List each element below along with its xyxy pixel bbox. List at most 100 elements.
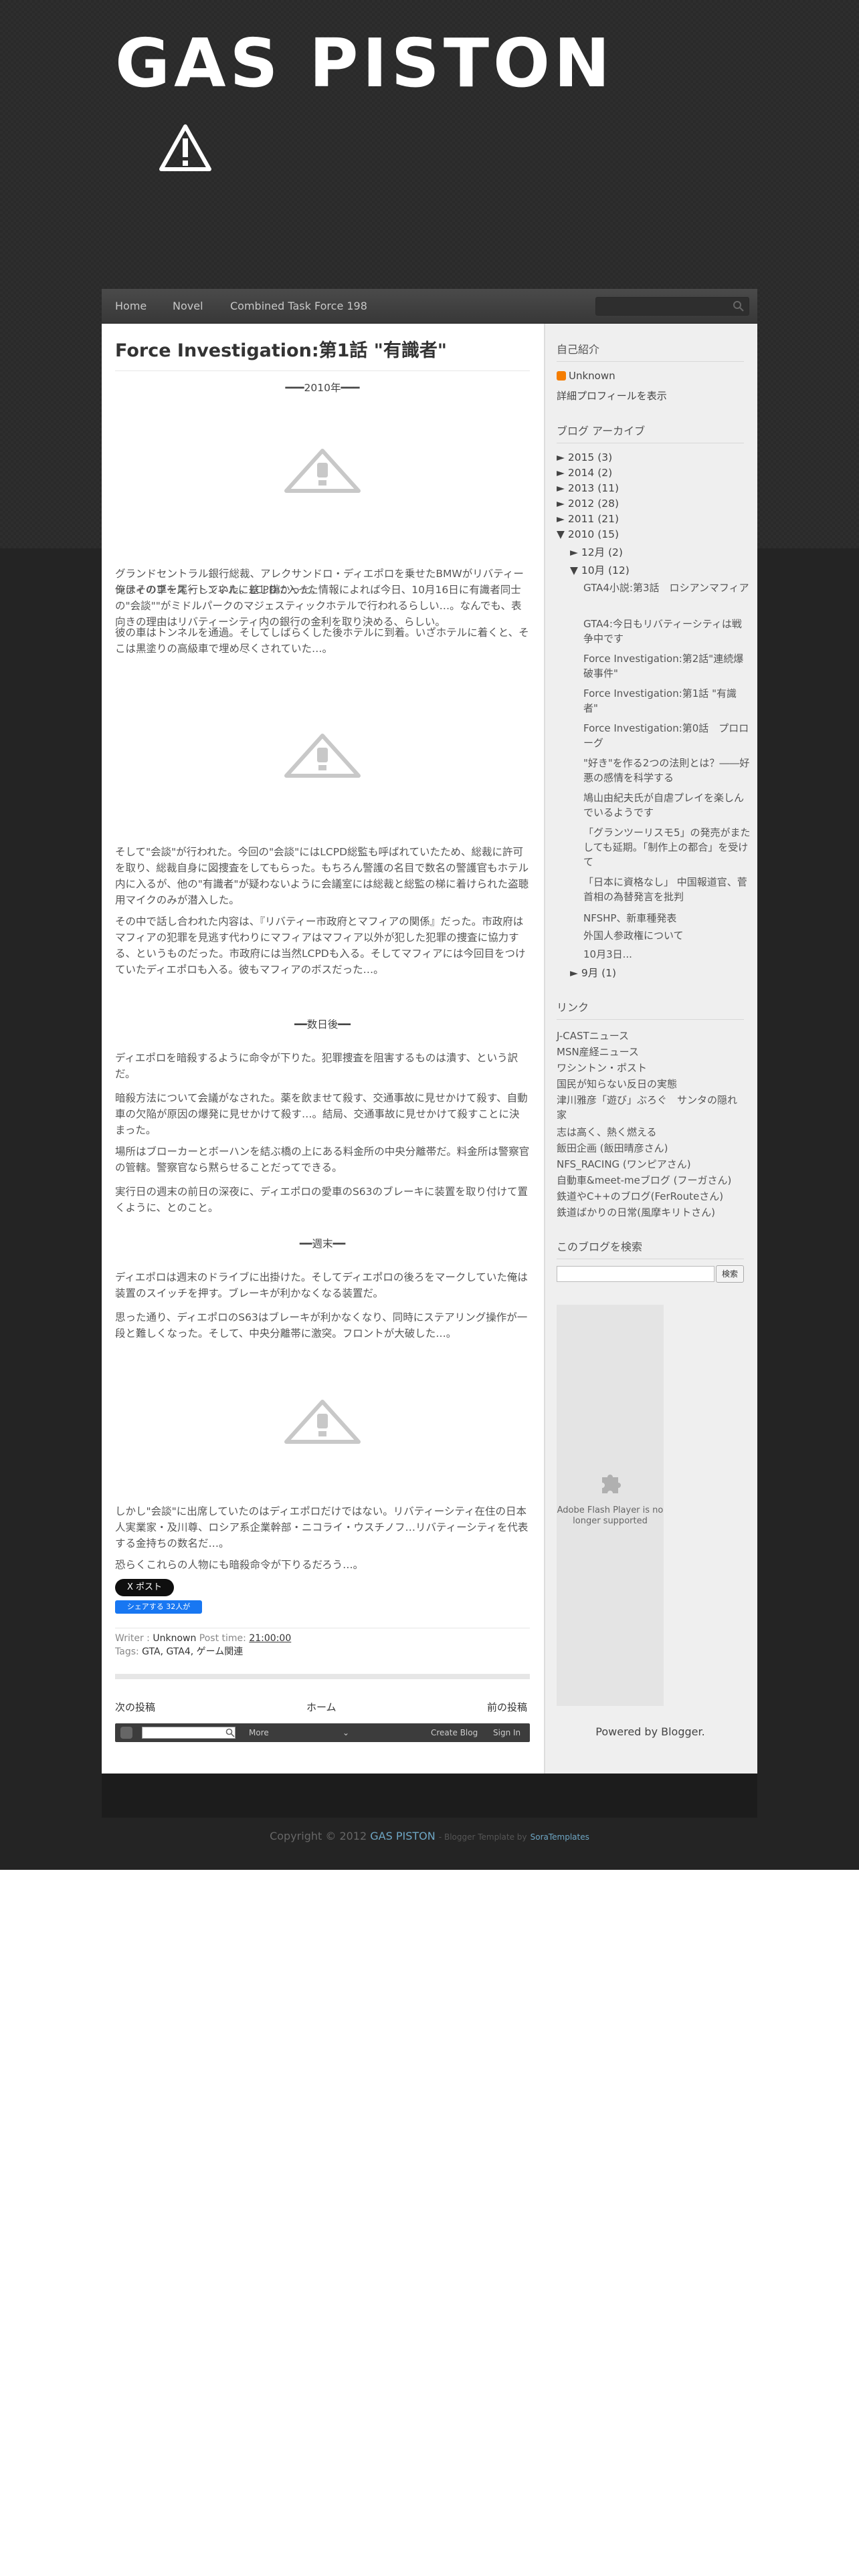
- post-meta-tags: Tags: GTA, GTA4, ゲーム関連: [115, 1646, 244, 1657]
- links-widget: リンク: [557, 1000, 744, 1020]
- site-header: GAS PISTON: [115, 27, 757, 288]
- archive-post-link[interactable]: GTA4小説:第3話 ロシアンマフィア: [583, 580, 751, 595]
- archive-year-2010[interactable]: ▼ 2010 (15): [557, 527, 619, 542]
- archive-post-link[interactable]: "好き"を作る2つの法則とは？――好悪の感情を科学する: [583, 756, 751, 785]
- soratemplates-link[interactable]: SoraTemplates: [531, 1832, 589, 1842]
- warning-icon: [159, 124, 211, 171]
- post-heading-weekend: ━━週末━━: [299, 1238, 346, 1250]
- broken-image-icon: [284, 449, 361, 493]
- search-icon[interactable]: [225, 1728, 235, 1737]
- post-paragraph: 思った通り、ディエポロのS63はブレーキが利かなくなり、同時にステアリング操作が…: [115, 1311, 528, 1339]
- link-item[interactable]: NFS_RACING (ワンピアさん): [557, 1157, 744, 1172]
- archive-month-dec[interactable]: ► 12月 (2): [570, 545, 623, 560]
- post-paragraph: 実行日の週末の前日の深夜に、ディエポロの愛車のS63のブレーキに装置を取り付けて…: [115, 1186, 529, 1214]
- archive-post-link[interactable]: 外国人参政権について: [583, 928, 751, 943]
- copyright: Copyright © 2012 GAS PISTON - Blogger Te…: [270, 1830, 589, 1842]
- newer-post-link[interactable]: 次の投稿: [115, 1700, 155, 1714]
- archive-post-link[interactable]: NFSHP、新車種発表: [583, 911, 751, 926]
- archive-month-oct[interactable]: ▼ 10月 (12): [570, 563, 630, 578]
- link-item[interactable]: 自動車&meet-meブログ (フーガさん): [557, 1173, 744, 1188]
- archive-post-link[interactable]: 10月3日...: [583, 947, 751, 962]
- post-paragraph: 彼の車はトンネルを通過。そしてしばらくした後ホテルに到着。いざホテルに着くと、そ…: [115, 627, 529, 655]
- post-footer-divider: [115, 1674, 530, 1679]
- flash-message: Adobe Flash Player is no longer supporte…: [557, 1505, 664, 1526]
- archive-widget: ブログ アーカイブ: [557, 424, 744, 443]
- post-paragraph: 俺はその車を尾行していた。LCPDに入った情報によれば今日、10月16日に有識者…: [115, 584, 522, 628]
- create-blog-link[interactable]: Create Blog: [431, 1723, 478, 1742]
- post-paragraph: そして"会談"が行われた。今回の"会談"にはLCPD総監も呼ばれていたため、総裁…: [115, 846, 529, 906]
- chevron-down-icon[interactable]: ⌄: [343, 1723, 349, 1742]
- search-icon[interactable]: [733, 300, 745, 312]
- post-meta-writer: Writer : Unknown Post time: 21:00:00: [115, 1633, 292, 1644]
- archive-year-2015[interactable]: ► 2015 (3): [557, 450, 612, 465]
- link-item[interactable]: 鉄道やC++のブログ(FerRouteさん): [557, 1189, 744, 1204]
- link-item[interactable]: 国民が知らない反日の実態: [557, 1077, 744, 1091]
- blogger-icon: [557, 371, 566, 381]
- main-navigation: Home Novel Combined Task Force 198: [102, 289, 757, 324]
- x-post-button[interactable]: X ポスト: [115, 1579, 174, 1596]
- archive-year-2013[interactable]: ► 2013 (11): [557, 481, 619, 496]
- post-title-divider: [115, 370, 530, 371]
- nav-search-input[interactable]: [595, 297, 749, 316]
- blogger-logo-icon[interactable]: [120, 1727, 132, 1739]
- post-paragraph: その中で話し合われた内容は、『リバティー市政府とマフィアの関係』だった。市政府は…: [115, 916, 526, 976]
- archive-month-sep[interactable]: ► 9月 (1): [570, 966, 616, 980]
- post-time-link[interactable]: 21:00:00: [249, 1633, 291, 1644]
- nav-item-home[interactable]: Home: [115, 289, 147, 324]
- post-paragraph: 場所はブローカーとボーハンを結ぶ橋の上にある料金所の中央分離帯だ。料金所は警察官…: [115, 1146, 530, 1174]
- archive-year-2011[interactable]: ► 2011 (21): [557, 512, 619, 526]
- post-heading-year: ━━━2010年━━━: [285, 382, 360, 394]
- facebook-share-button[interactable]: シェアする 32人が: [115, 1600, 202, 1614]
- link-item[interactable]: ワシントン・ポスト: [557, 1061, 744, 1075]
- archive-year-2012[interactable]: ► 2012 (28): [557, 496, 619, 511]
- links-heading: リンク: [557, 1000, 744, 1020]
- post-title[interactable]: Force Investigation:第1話 "有識者": [115, 338, 530, 364]
- blog-search-input[interactable]: [557, 1266, 714, 1282]
- archive-year-2014[interactable]: ► 2014 (2): [557, 465, 612, 480]
- archive-heading: ブログ アーカイブ: [557, 424, 744, 443]
- link-item[interactable]: J-CASTニュース: [557, 1029, 744, 1043]
- link-item[interactable]: 志は高く、熱く燃える: [557, 1125, 744, 1140]
- nav-item-novel[interactable]: Novel: [173, 289, 203, 324]
- author-link[interactable]: Unknown: [153, 1633, 196, 1644]
- post-paragraph: しかし"会談"に出席していたのはディエポロだけではない。リバティーシティ在住の日…: [115, 1505, 529, 1549]
- archive-post-link[interactable]: 「日本に資格なし」 中国報道官、菅首相の為替発言を批判: [583, 875, 751, 904]
- home-link[interactable]: ホーム: [306, 1700, 337, 1714]
- search-widget: このブログを検索: [557, 1240, 744, 1259]
- post-paragraph: 暗殺方法について会議がなされた。薬を飲ませて殺す、交通事故に見せかけて殺す、自動…: [115, 1092, 528, 1136]
- search-heading: このブログを検索: [557, 1240, 744, 1259]
- blogger-navbar: More ⌄ Create Blog Sign In: [115, 1723, 530, 1742]
- blog-post: Force Investigation:第1話 "有識者" ━━━2010年━━…: [115, 338, 530, 1713]
- older-post-link[interactable]: 前の投稿: [487, 1700, 527, 1714]
- profile-name-link[interactable]: Unknown: [569, 370, 615, 382]
- profile-widget: 自己紹介 Unknown 詳細プロフィールを表示: [557, 342, 744, 403]
- archive-post-link[interactable]: Force Investigation:第2話"連続爆破事件": [583, 651, 751, 681]
- archive-post-link[interactable]: GTA4:今日もリバティーシティは戦争中です: [583, 617, 751, 646]
- link-item[interactable]: 鉄道ばかりの日常(風摩キリトさん): [557, 1205, 744, 1220]
- view-profile-link[interactable]: 詳細プロフィールを表示: [557, 389, 744, 403]
- site-title[interactable]: GAS PISTON: [115, 27, 757, 100]
- profile-heading: 自己紹介: [557, 342, 744, 362]
- flash-placeholder: Adobe Flash Player is no longer supporte…: [557, 1305, 664, 1706]
- plugin-icon: [602, 1475, 621, 1493]
- post-paragraph: ディエポロを暗殺するように命令が下りた。犯罪捜査を阻害するものは潰す、という訳だ…: [115, 1052, 518, 1080]
- broken-image-icon: [284, 734, 361, 778]
- archive-post-link[interactable]: 「グランツーリスモ5」の発売がまたしても延期。「制作上の都合」を受けて: [583, 825, 751, 869]
- archive-post-link[interactable]: Force Investigation:第1話 "有識者": [583, 686, 751, 716]
- site-link[interactable]: GAS PISTON: [370, 1830, 435, 1842]
- navbar-more[interactable]: More: [249, 1723, 269, 1742]
- powered-by-blogger[interactable]: Powered by Blogger.: [557, 1725, 744, 1738]
- tag-links[interactable]: GTA, GTA4, ゲーム関連: [142, 1646, 243, 1657]
- blog-search-button[interactable]: 検索: [716, 1265, 744, 1283]
- post-paragraph: 恐らくこれらの人物にも暗殺命令が下りるだろう…。: [115, 1559, 364, 1571]
- nav-item-combined-task-force[interactable]: Combined Task Force 198: [230, 289, 367, 324]
- sign-in-link[interactable]: Sign In: [493, 1723, 520, 1742]
- navbar-search-input[interactable]: [142, 1727, 235, 1739]
- archive-post-link[interactable]: 鳩山由紀夫氏が自虐プレイを楽しんでいるようです: [583, 790, 751, 820]
- link-item[interactable]: 飯田企画 (飯田晴彦さん): [557, 1141, 744, 1156]
- link-item[interactable]: 津川雅彦「遊び」ぶろぐ サンタの隠れ家: [557, 1093, 744, 1122]
- link-item[interactable]: MSN産経ニュース: [557, 1045, 744, 1059]
- archive-post-link[interactable]: Force Investigation:第0話 プロローグ: [583, 721, 751, 750]
- post-paragraph: ディエポロは週末のドライブに出掛けた。そしてディエポロの後ろをマークしていた俺は…: [115, 1271, 528, 1299]
- broken-image-icon: [284, 1400, 361, 1444]
